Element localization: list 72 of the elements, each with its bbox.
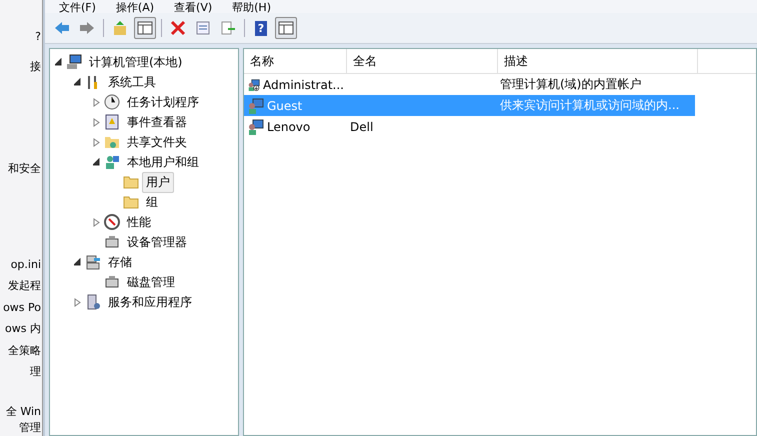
pane2-button[interactable] — [275, 17, 297, 39]
cross-icon — [170, 20, 186, 36]
tree-item[interactable]: 组 — [142, 192, 162, 212]
server-icon — [85, 294, 101, 310]
collapse-arrow-icon[interactable] — [54, 58, 63, 66]
folder-icon — [123, 194, 139, 210]
expand-arrow-icon[interactable] — [92, 138, 101, 146]
tree-item[interactable]: 系统工具 — [104, 72, 160, 92]
log-icon — [104, 114, 120, 130]
menu-item[interactable]: 文件(F) — [59, 2, 96, 13]
folder-up-icon — [112, 20, 128, 36]
background-window-text: 发起程 — [8, 279, 41, 292]
user-row[interactable]: Administrat... 管理计算机(域)的内置帐户 — [244, 74, 695, 95]
export-icon — [220, 20, 236, 36]
column-header[interactable]: 名称 — [244, 49, 347, 73]
sheet-icon — [195, 20, 211, 36]
background-window-text: 管理 — [19, 421, 41, 434]
column-header[interactable]: 描述 — [498, 49, 698, 73]
background-window-text: 接 — [30, 60, 41, 73]
tree-item[interactable]: 事件查看器 — [123, 112, 191, 132]
computer-icon — [66, 54, 82, 70]
background-window-text: 全策略 — [8, 344, 41, 357]
user-row[interactable]: Lenovo Dell — [244, 116, 695, 137]
user-name: Guest — [267, 98, 302, 112]
background-window-text: ows 内 — [5, 322, 41, 335]
menu-item[interactable]: 操作(A) — [116, 2, 154, 13]
user-description: 供来宾访问计算机或访问域的内... — [500, 97, 680, 114]
help-button[interactable]: ? — [250, 17, 272, 39]
user-full-name: Dell — [350, 120, 374, 134]
menu-item[interactable]: 帮助(H) — [232, 2, 271, 13]
device-icon — [104, 274, 120, 290]
user-name: Administrat... — [263, 78, 344, 92]
expand-arrow-icon[interactable] — [92, 218, 101, 226]
collapse-arrow-icon[interactable] — [73, 78, 82, 86]
tree-item[interactable]: 性能 — [123, 212, 155, 232]
gauge-icon — [104, 214, 120, 230]
tree-item[interactable]: 本地用户和组 — [123, 152, 203, 172]
background-window-text: 理 — [30, 365, 41, 378]
folder-icon — [123, 174, 139, 190]
tree-item[interactable]: 共享文件夹 — [123, 132, 191, 152]
tree-item[interactable]: 服务和应用程序 — [104, 292, 196, 312]
pane-button[interactable] — [134, 17, 156, 39]
collapse-arrow-icon[interactable] — [92, 158, 101, 166]
help-icon: ? — [255, 20, 267, 36]
tree-item[interactable]: 存储 — [104, 252, 136, 272]
background-window-text: 全 Win — [6, 405, 41, 418]
expand-arrow-icon[interactable] — [73, 298, 82, 306]
column-header[interactable]: 全名 — [347, 49, 498, 73]
pane-icon — [137, 20, 153, 36]
menu-item[interactable]: 查看(V) — [174, 2, 212, 13]
tree-item[interactable]: 用户 — [142, 172, 174, 192]
background-window-text: 和安全 — [8, 162, 41, 175]
expand-arrow-icon[interactable] — [92, 98, 101, 106]
left-arrow-icon — [54, 20, 70, 36]
pane-icon — [278, 20, 294, 36]
user-description: 管理计算机(域)的内置帐户 — [500, 76, 642, 93]
shared-folder-icon — [104, 134, 120, 150]
background-window-text: op.ini — [10, 258, 41, 271]
tree-item[interactable]: 任务计划程序 — [123, 92, 203, 112]
user-name: Lenovo — [267, 120, 310, 134]
storage-icon — [85, 254, 101, 270]
background-window-text: ows Po — [3, 301, 41, 314]
tree-item[interactable]: 设备管理器 — [123, 232, 191, 252]
device-icon — [104, 234, 120, 250]
tree-item[interactable]: 磁盘管理 — [123, 272, 179, 292]
background-window-text: ? — [35, 30, 41, 43]
tree-item[interactable]: 计算机管理(本地) — [85, 52, 186, 72]
collapse-arrow-icon[interactable] — [73, 258, 82, 266]
clock-icon — [104, 94, 120, 110]
expand-arrow-icon[interactable] — [92, 118, 101, 126]
users-icon — [104, 154, 120, 170]
right-arrow-icon — [79, 20, 95, 36]
